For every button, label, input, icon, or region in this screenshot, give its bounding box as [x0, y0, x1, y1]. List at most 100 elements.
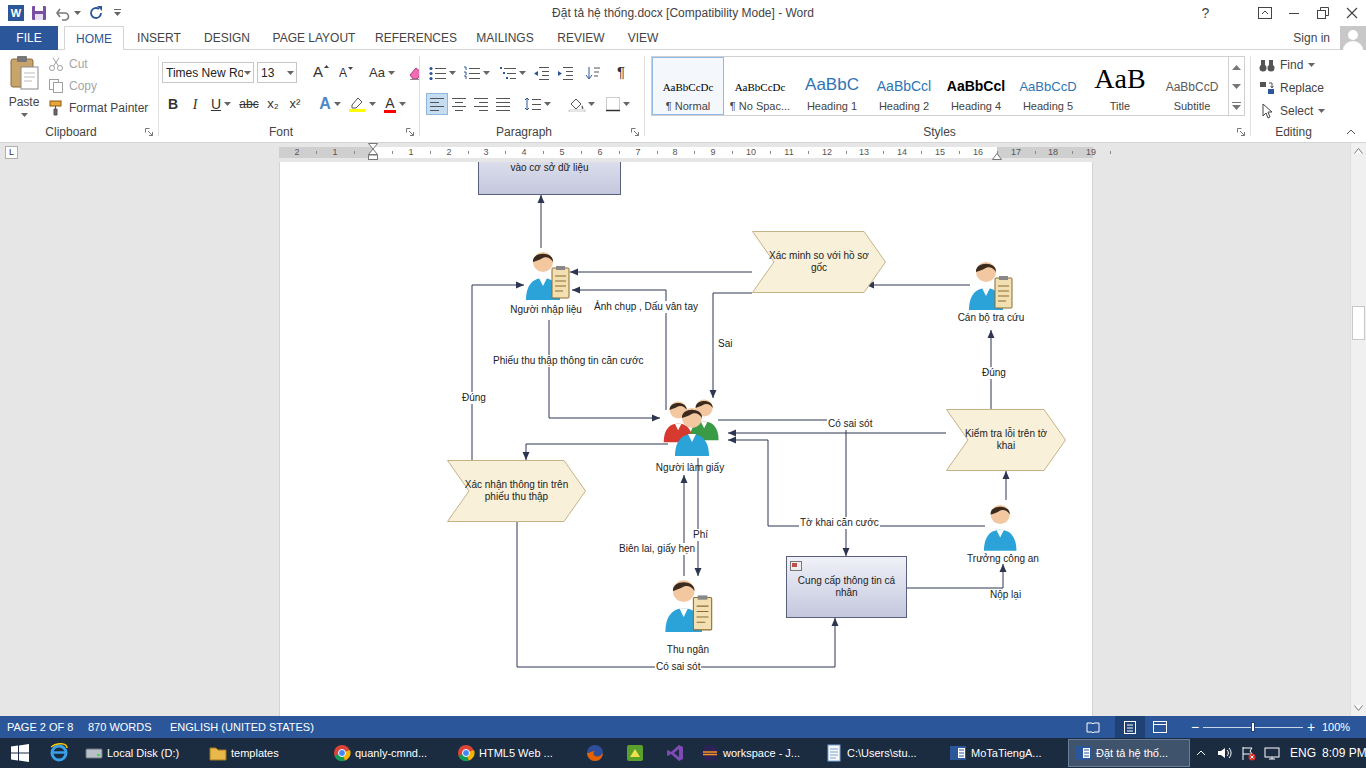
account-avatar-icon[interactable] — [1340, 26, 1366, 50]
minimize-icon[interactable] — [1279, 0, 1308, 26]
close-icon[interactable] — [1337, 0, 1366, 26]
change-case-button[interactable]: Aa — [366, 62, 398, 83]
sort-button[interactable] — [578, 62, 608, 84]
decrease-indent-button[interactable] — [530, 62, 552, 84]
taskbar-pinned-app[interactable] — [576, 739, 614, 767]
numbering-button[interactable] — [458, 62, 494, 84]
ribbon-tab[interactable]: REVIEW — [546, 26, 616, 49]
show-hidden-icons-icon[interactable] — [1190, 738, 1212, 768]
save-icon[interactable] — [30, 4, 48, 22]
subscript-button[interactable]: x₂ — [262, 93, 284, 115]
indent-marker-icon[interactable] — [368, 143, 378, 160]
action-center-icon[interactable] — [1236, 738, 1260, 768]
style-item[interactable]: AaBbCcDSubtitle — [1156, 57, 1228, 115]
tab-selector[interactable]: L — [5, 146, 18, 159]
zoom-slider[interactable] — [1203, 721, 1303, 733]
clerk-with-clipboard-icon[interactable] — [967, 258, 1013, 310]
taskbar-button[interactable]: quanly-cmnd... — [328, 739, 450, 767]
print-layout-icon[interactable] — [1115, 716, 1145, 738]
network-icon[interactable] — [1260, 738, 1284, 768]
clear-formatting-icon[interactable] — [405, 62, 419, 83]
decision-node[interactable]: Xác nhận thông tin trên phiếu thu thập — [447, 460, 586, 522]
font-family-box[interactable]: Times New Ro — [162, 62, 254, 83]
taskbar-button[interactable]: Đặt tả hệ thố... — [1068, 739, 1190, 767]
read-mode-icon[interactable] — [1078, 716, 1108, 738]
sign-in-link[interactable]: Sign in — [1293, 26, 1330, 49]
undo-dropdown-icon[interactable] — [74, 4, 81, 22]
file-tab[interactable]: FILE — [0, 26, 58, 50]
dialog-launcher-icon[interactable] — [403, 125, 417, 139]
help-button[interactable]: ? — [1191, 0, 1220, 26]
page-count[interactable]: PAGE 2 OF 8 — [0, 719, 88, 736]
style-item[interactable]: AaBbCHeading 1 — [796, 57, 868, 115]
multilevel-list-button[interactable] — [494, 62, 530, 84]
taskbar-pinned-app[interactable] — [40, 739, 78, 767]
taskbar-button[interactable]: MoTaTiengA... — [944, 739, 1066, 767]
select-button[interactable]: Select — [1259, 99, 1325, 122]
clerk-with-clipboard-icon[interactable] — [663, 576, 713, 632]
ribbon-tab[interactable]: HOME — [64, 26, 124, 50]
grow-font-button[interactable]: A — [310, 62, 332, 83]
italic-button[interactable]: I — [184, 93, 206, 115]
ribbon-tab[interactable]: DESIGN — [194, 26, 260, 49]
taskbar-pinned-app[interactable] — [656, 739, 694, 767]
start-windows-icon[interactable] — [0, 738, 40, 768]
show-marks-button[interactable]: ¶ — [608, 62, 634, 84]
paste-dropdown-icon[interactable] — [21, 112, 28, 118]
bullets-button[interactable] — [426, 62, 458, 84]
ribbon-tab[interactable]: PAGE LAYOUT — [260, 26, 368, 49]
paste-button[interactable]: Paste — [0, 50, 48, 122]
line-spacing-button[interactable] — [522, 93, 552, 115]
taskbar-button[interactable]: workspace - J... — [696, 739, 818, 767]
vertical-scrollbar[interactable] — [1350, 143, 1366, 716]
clerk-with-clipboard-icon[interactable] — [524, 248, 570, 300]
taskbar-pinned-app[interactable] — [616, 739, 654, 767]
shading-button[interactable] — [566, 93, 596, 115]
style-item[interactable]: AaBbCclHeading 2 — [868, 57, 940, 115]
process-node[interactable]: vào cơ sở dữ liệu — [478, 162, 621, 195]
right-indent-marker-icon[interactable] — [992, 153, 1002, 160]
style-item[interactable]: AaBbCcDc¶ No Spac... — [724, 57, 796, 115]
highlight-button[interactable] — [346, 93, 378, 115]
word-count[interactable]: 870 WORDS — [88, 719, 170, 736]
style-item[interactable]: AaBbCcDc¶ Normal — [652, 57, 724, 115]
text-effects-button[interactable]: A — [316, 93, 344, 115]
style-item[interactable]: AaBbCclHeading 4 — [940, 57, 1012, 115]
volume-icon[interactable] — [1212, 738, 1236, 768]
bold-button[interactable]: B — [162, 93, 184, 115]
ribbon-display-options-icon[interactable] — [1250, 0, 1279, 26]
style-item[interactable]: AaBTitle — [1084, 57, 1156, 115]
decision-node[interactable]: Xác minh so với hồ sơ gốc — [752, 231, 886, 293]
taskbar-button[interactable]: C:\Users\stu... — [820, 739, 942, 767]
font-color-button[interactable]: A — [380, 93, 410, 115]
input-language[interactable]: ENG — [1284, 744, 1322, 762]
people-group-icon[interactable] — [660, 396, 724, 456]
dialog-launcher-icon[interactable] — [1234, 125, 1248, 139]
justify-button[interactable] — [492, 93, 514, 115]
font-size-box[interactable]: 13 — [257, 62, 297, 83]
align-right-button[interactable] — [470, 93, 492, 115]
increase-indent-button[interactable] — [552, 62, 578, 84]
align-center-button[interactable] — [448, 93, 470, 115]
superscript-button[interactable]: x² — [284, 93, 306, 115]
web-layout-icon[interactable] — [1145, 716, 1175, 738]
find-button[interactable]: Find — [1259, 54, 1325, 77]
taskbar-button[interactable]: Local Disk (D:) — [80, 739, 202, 767]
shrink-font-button[interactable]: A — [335, 62, 357, 83]
gallery-more-icon[interactable] — [1229, 96, 1244, 115]
undo-icon[interactable] — [54, 4, 72, 22]
ribbon-tab[interactable]: REFERENCES — [368, 26, 464, 49]
scroll-up-icon[interactable] — [1351, 143, 1366, 159]
decision-node[interactable]: Kiểm tra lỗi trên tờ khai — [946, 409, 1066, 471]
strikethrough-button[interactable]: abc — [236, 93, 262, 115]
clock[interactable]: 8:09 PM — [1322, 744, 1366, 762]
dialog-launcher-icon[interactable] — [142, 125, 156, 139]
underline-button[interactable]: U — [206, 93, 236, 115]
align-left-button[interactable] — [426, 93, 448, 115]
collapse-ribbon-icon[interactable] — [1336, 122, 1366, 142]
style-item[interactable]: AaBbCcDHeading 5 — [1012, 57, 1084, 115]
ribbon-tab[interactable]: INSERT — [124, 26, 194, 49]
gallery-up-icon[interactable] — [1229, 57, 1244, 77]
format-painter-button[interactable]: Format Painter — [48, 97, 148, 119]
scroll-down-icon[interactable] — [1351, 700, 1366, 716]
